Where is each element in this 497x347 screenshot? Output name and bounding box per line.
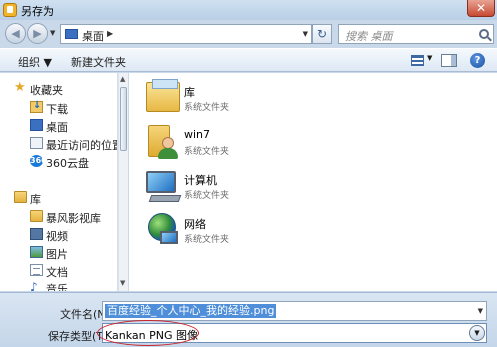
refresh-button[interactable]: ↻ [312, 24, 332, 44]
close-button[interactable]: ✕ [467, 0, 495, 17]
filename-input[interactable]: 百度经验_个人中心_我的经验.png ▼ [102, 301, 487, 321]
document-library-icon [30, 264, 43, 276]
scroll-up-icon[interactable]: ▲ [120, 75, 125, 83]
search-placeholder: 搜索 桌面 [345, 30, 393, 43]
search-icon[interactable] [479, 29, 489, 39]
downloads-folder-icon [30, 100, 43, 113]
sidebar-scrollbar[interactable]: ▲ ▼ [118, 73, 128, 291]
title-bar: 另存为 ✕ [0, 0, 497, 20]
view-mode-icon[interactable] [411, 55, 424, 66]
scroll-down-icon[interactable]: ▼ [120, 279, 125, 287]
address-dropdown-icon[interactable]: ▼ [303, 30, 308, 38]
chevron-down-icon[interactable]: ▼ [469, 325, 485, 341]
preview-pane-icon[interactable] [441, 54, 457, 67]
filename-dropdown-icon[interactable]: ▼ [478, 307, 483, 315]
recent-places-icon [30, 137, 43, 149]
list-item[interactable]: 网络 系统文件夹 [144, 211, 344, 256]
breadcrumb-chevron-icon[interactable]: ▶ [107, 29, 113, 38]
annotation-ellipse [97, 320, 199, 346]
address-text[interactable]: 桌面 [82, 28, 104, 44]
organize-button[interactable]: 组织 ▼ [18, 54, 52, 70]
address-bar[interactable]: 桌面 ▶ ▼ [60, 24, 312, 44]
user-folder-icon [144, 123, 182, 161]
app-icon [3, 3, 17, 17]
history-dropdown-icon[interactable]: ▼ [50, 29, 55, 37]
toolbar: 组织 ▼ 新建文件夹 ▼ ? [0, 48, 497, 72]
search-input[interactable]: 搜索 桌面 [338, 24, 494, 44]
folder-icon [30, 210, 43, 222]
scrollbar-thumb[interactable] [120, 87, 127, 151]
list-item[interactable]: win7 系统文件夹 [144, 123, 344, 168]
picture-library-icon [30, 246, 43, 258]
forward-button[interactable]: ▶ [27, 23, 48, 44]
library-icon [144, 79, 182, 117]
help-icon[interactable]: ? [470, 53, 485, 68]
save-form: 文件名(N): 百度经验_个人中心_我的经验.png ▼ 保存类型(T): Ka… [0, 292, 497, 347]
back-button[interactable]: ◀ [5, 23, 26, 44]
network-icon [144, 211, 182, 249]
new-folder-button[interactable]: 新建文件夹 [71, 54, 126, 70]
desktop-icon [30, 119, 43, 131]
cloud-drive-icon: 360 [30, 155, 47, 167]
star-icon: ★ [14, 80, 26, 95]
view-dropdown-icon[interactable]: ▼ [427, 54, 432, 62]
music-note-icon: ♪ [30, 280, 38, 291]
list-item[interactable]: 库 系统文件夹 [144, 79, 344, 124]
filename-value[interactable]: 百度经验_个人中心_我的经验.png [105, 304, 277, 318]
list-item[interactable]: 计算机 系统文件夹 [144, 167, 344, 212]
window-title: 另存为 [21, 5, 54, 18]
computer-icon [144, 167, 182, 205]
navigation-bar: ◀ ▶ ▼ 桌面 ▶ ▼ ↻ 搜索 桌面 [0, 20, 497, 47]
desktop-folder-icon [65, 29, 78, 39]
navigation-pane: ★ 收藏夹 下载 桌面 最近访问的位置 360 360云盘 库 暴风影视库 视频… [0, 73, 118, 291]
library-icon [14, 191, 27, 203]
file-list: 库 系统文件夹 win7 系统文件夹 计算机 系统文件夹 网络 系统文件夹 [129, 73, 497, 291]
video-library-icon [30, 228, 43, 240]
